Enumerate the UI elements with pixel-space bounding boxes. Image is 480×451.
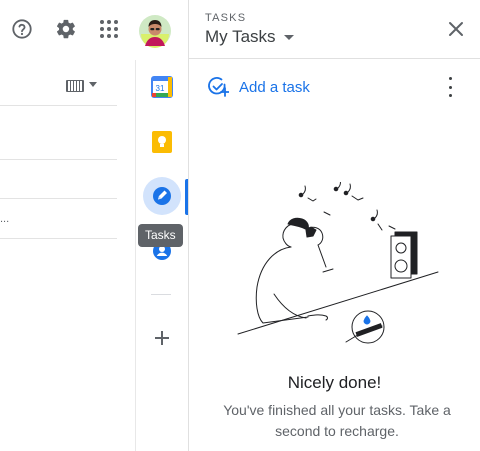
add-task-icon (208, 77, 229, 97)
empty-state-title: Nicely done! (287, 373, 382, 392)
more-options-icon[interactable] (441, 77, 459, 97)
chevron-down-icon (283, 34, 294, 40)
close-icon[interactable] (447, 20, 465, 38)
calendar-day-label: 31 (156, 84, 165, 93)
empty-state-description: You've finished all your tasks. Take a s… (223, 402, 451, 439)
divider (0, 159, 117, 160)
divider (0, 105, 117, 106)
header-divider (189, 58, 480, 59)
chevron-down-icon[interactable] (89, 82, 97, 87)
avatar[interactable] (138, 14, 172, 48)
message-list-pane (0, 60, 135, 451)
divider (0, 238, 117, 239)
add-task-button[interactable]: Add a task (207, 76, 310, 98)
side-panel-divider (151, 294, 171, 295)
tasks-tooltip: Tasks (138, 224, 183, 247)
keep-bulb-icon[interactable] (152, 131, 172, 153)
add-task-label: Add a task (239, 78, 310, 96)
calendar-icon[interactable]: 31 (151, 76, 173, 98)
truncated-row-text: ... (0, 213, 10, 225)
empty-state-illustration (228, 179, 440, 357)
help-icon[interactable] (10, 17, 34, 41)
plus-icon[interactable] (153, 329, 171, 347)
tasks-icon[interactable] (143, 177, 181, 215)
divider (0, 198, 117, 199)
task-list-title: My Tasks (205, 27, 276, 46)
task-list-selector[interactable]: My Tasks (205, 27, 294, 47)
apps-grid-icon[interactable] (97, 17, 121, 41)
tasks-header-label: TASKS (205, 12, 247, 24)
keyboard-icon[interactable] (66, 80, 84, 92)
gear-icon[interactable] (54, 17, 78, 41)
